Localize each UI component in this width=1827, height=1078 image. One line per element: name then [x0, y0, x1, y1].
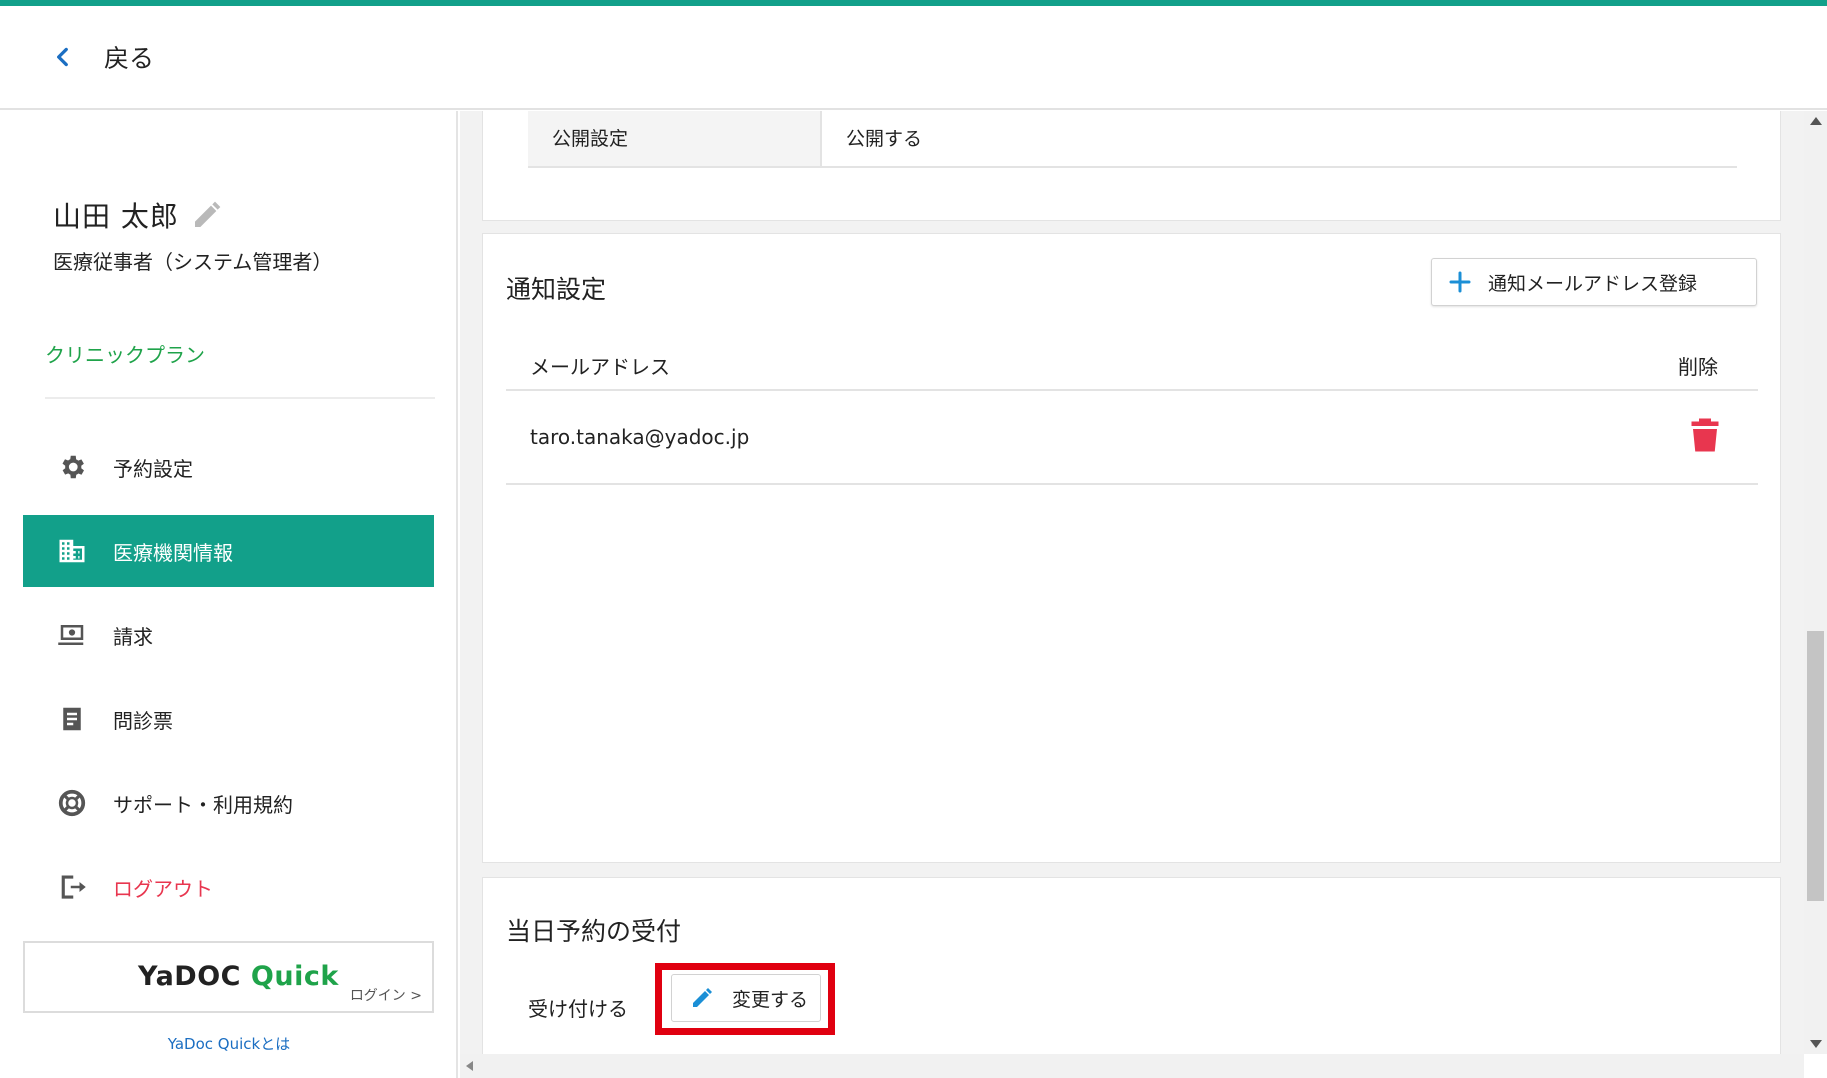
sidebar-item-billing[interactable]: 請求 — [23, 599, 434, 671]
table-row: taro.tanaka@yadoc.jp — [506, 393, 1758, 485]
scrollbar-thumb[interactable] — [1807, 631, 1824, 901]
yadoc-quick-login-card[interactable]: YaDOC Quick ログイン > — [23, 941, 434, 1013]
vertical-scrollbar[interactable] — [1804, 111, 1827, 1054]
plus-icon — [1449, 271, 1471, 293]
sidebar-item-label: サポート・利用規約 — [113, 792, 293, 817]
sidebar-item-label: ログアウト — [113, 876, 213, 901]
sidebar-divider — [45, 397, 435, 399]
email-table-header: メールアドレス 削除 — [506, 339, 1758, 391]
sidebar-item-reservation-settings[interactable]: 予約設定 — [23, 431, 434, 503]
scroll-left-icon[interactable] — [466, 1061, 473, 1071]
sidebar-nav: 予約設定 医療機関情報 請求 問診票 サポート・利用規約 ログアウト — [23, 431, 434, 935]
column-header-delete: 削除 — [1678, 355, 1718, 379]
same-day-status: 受け付ける — [528, 997, 628, 1021]
column-header-email: メールアドレス — [530, 355, 670, 379]
horizontal-scrollbar[interactable] — [460, 1054, 1804, 1078]
publish-label: 公開設定 — [528, 111, 820, 166]
chevron-left-icon — [57, 47, 68, 67]
same-day-reservation-title: 当日予約の受付 — [506, 917, 682, 946]
sidebar-item-label: 問診票 — [113, 708, 173, 733]
change-button[interactable]: 変更する — [671, 974, 821, 1022]
email-cell: taro.tanaka@yadoc.jp — [530, 425, 750, 449]
sidebar: 山田 太郎 医療従事者（システム管理者） クリニックプラン 予約設定 医療機関情… — [0, 111, 458, 1078]
sidebar-item-support[interactable]: サポート・利用規約 — [23, 767, 434, 839]
add-notification-email-button[interactable]: 通知メールアドレス登録 — [1431, 258, 1757, 306]
sidebar-item-questionnaire[interactable]: 問診票 — [23, 683, 434, 755]
user-name: 山田 太郎 — [53, 200, 179, 233]
sidebar-item-logout[interactable]: ログアウト — [23, 851, 434, 923]
pencil-icon — [693, 988, 712, 1007]
publish-row: 公開設定 公開する — [528, 111, 1737, 168]
yadoc-quick-logo: YaDOC Quick — [138, 961, 339, 992]
sidebar-item-label: 予約設定 — [113, 456, 193, 481]
main-content[interactable]: 公開設定 公開する 通知設定 通知メールアドレス登録 メールアドレス 削除 ta… — [460, 111, 1804, 1054]
back-button[interactable]: 戻る — [50, 39, 154, 75]
gear-icon — [57, 452, 87, 482]
sidebar-item-label: 医療機関情報 — [113, 540, 233, 565]
user-role: 医療従事者（システム管理者） — [53, 250, 333, 274]
pencil-icon[interactable] — [191, 199, 223, 231]
header: 戻る — [0, 6, 1827, 110]
yadoc-quick-about-link[interactable]: YaDoc Quickとは — [0, 1033, 458, 1054]
trash-icon[interactable] — [1690, 417, 1720, 453]
clipboard-icon — [57, 704, 87, 734]
lifebuoy-icon — [57, 788, 87, 818]
building-icon — [57, 536, 87, 566]
logout-icon — [57, 872, 87, 902]
scroll-down-icon[interactable] — [1810, 1040, 1822, 1048]
publish-value: 公開する — [820, 111, 922, 166]
publish-settings-card: 公開設定 公開する — [482, 111, 1781, 221]
billing-icon — [57, 620, 87, 650]
plan-label: クリニックプラン — [45, 343, 205, 367]
quick-login-link[interactable]: ログイン > — [350, 985, 422, 1005]
back-label: 戻る — [104, 44, 155, 73]
sidebar-item-facility-info[interactable]: 医療機関情報 — [23, 515, 434, 587]
notification-settings-title: 通知設定 — [506, 275, 607, 304]
sidebar-item-label: 請求 — [113, 624, 153, 649]
user-name-row: 山田 太郎 — [53, 195, 223, 235]
notification-settings-card: 通知設定 通知メールアドレス登録 メールアドレス 削除 taro.tanaka@… — [482, 233, 1781, 863]
same-day-reservation-card: 当日予約の受付 受け付ける 変更する — [482, 877, 1781, 1054]
scroll-up-icon[interactable] — [1810, 117, 1822, 125]
